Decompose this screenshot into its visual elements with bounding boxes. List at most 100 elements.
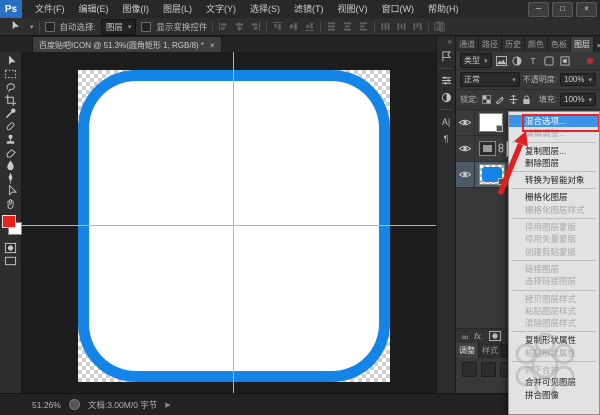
menu-window[interactable]: 窗口(W) (375, 0, 422, 18)
move-tool[interactable] (1, 55, 21, 67)
adjustment-preset-icon[interactable] (481, 362, 496, 377)
tab-paths[interactable]: 路径 (479, 37, 502, 52)
menu-view[interactable]: 视图(V) (331, 0, 375, 18)
menu-item-paste-layer-style[interactable]: 粘贴图层样式 (509, 305, 599, 317)
fill-dropdown[interactable]: 100% ▾ (560, 93, 596, 106)
screen-mode-button[interactable] (1, 255, 21, 267)
menu-select[interactable]: 选择(S) (243, 0, 287, 18)
lock-pixels-icon[interactable] (495, 94, 505, 106)
menu-layer[interactable]: 图层(L) (156, 0, 199, 18)
eyedropper-tool[interactable] (1, 107, 21, 119)
lock-transparency-icon[interactable] (481, 94, 491, 106)
path-selection-tool[interactable] (1, 185, 21, 197)
menu-help[interactable]: 帮助(H) (421, 0, 466, 18)
menu-item-select-linked-layers[interactable]: 选择链接图层 (509, 275, 599, 287)
auto-select-dropdown[interactable]: 图层 ▾ (101, 19, 137, 35)
panel-menu-icon[interactable]: ▾≡ (594, 40, 600, 52)
minimize-button[interactable]: ─ (528, 2, 549, 17)
distribute-top-icon[interactable] (326, 21, 337, 32)
distribute-vertical-centers-icon[interactable] (342, 21, 353, 32)
filter-adjustment-layers-icon[interactable] (511, 55, 524, 67)
zoom-level-field[interactable]: 51.26% (32, 400, 61, 410)
align-vertical-centers-icon[interactable] (234, 21, 245, 32)
character-panel-icon[interactable]: A| (437, 113, 455, 130)
menu-item-flatten-image[interactable]: 拼合图像 (509, 389, 599, 401)
lasso-tool[interactable] (1, 81, 21, 93)
menu-item-duplicate-layer[interactable]: 复制图层... (509, 145, 599, 157)
rectangular-marquee-tool[interactable] (1, 68, 21, 80)
align-right-edges-icon[interactable] (304, 21, 315, 32)
foreground-color-swatch[interactable] (2, 215, 16, 228)
filter-shape-layers-icon[interactable] (543, 55, 556, 67)
menu-item-merge-visible[interactable]: 合并可见图层 (509, 376, 599, 388)
align-horizontal-centers-icon[interactable] (288, 21, 299, 32)
distribute-left-icon[interactable] (380, 21, 391, 32)
layer-thumbnail[interactable] (479, 113, 503, 132)
menu-filter[interactable]: 滤镜(T) (287, 0, 331, 18)
show-transform-checkbox[interactable] (141, 22, 151, 32)
adjustment-preset-icon[interactable] (462, 362, 477, 377)
menu-item-copy-shape-attributes[interactable]: 复制形状属性 (509, 334, 599, 346)
distribute-horizontal-centers-icon[interactable] (396, 21, 407, 32)
blur-tool[interactable] (1, 159, 21, 171)
adjustments-panel-icon[interactable] (437, 89, 455, 106)
tab-channels[interactable]: 通道 (456, 37, 479, 52)
blend-mode-dropdown[interactable]: 正常 ▾ (460, 72, 520, 87)
layer-style-fx-icon[interactable]: fx. (474, 332, 482, 341)
menu-item-blend-options[interactable]: 混合选项... (509, 115, 599, 127)
menu-type[interactable]: 文字(Y) (199, 0, 243, 18)
lock-position-icon[interactable] (508, 94, 518, 106)
crop-tool[interactable] (1, 94, 21, 106)
pen-tool[interactable] (1, 172, 21, 184)
clone-stamp-tool[interactable] (1, 133, 21, 145)
tab-layers[interactable]: 图层 (571, 37, 594, 52)
align-top-edges-icon[interactable] (218, 21, 229, 32)
tab-adjustments[interactable]: 调整 (456, 343, 479, 358)
vertical-guide[interactable] (233, 52, 234, 393)
menu-item-clear-layer-style[interactable]: 清除图层样式 (509, 317, 599, 329)
layer-thumbnail[interactable] (479, 141, 496, 156)
quick-mask-button[interactable] (1, 242, 21, 254)
menu-edit[interactable]: 编辑(E) (72, 0, 116, 18)
filter-kind-dropdown[interactable]: 类型 ▾ (460, 53, 492, 68)
layer-thumbnail[interactable] (479, 164, 505, 185)
auto-align-layers-icon[interactable] (434, 21, 445, 32)
menu-item-convert-to-smart-object[interactable]: 转换为智能对象 (509, 174, 599, 186)
filter-toggle-icon[interactable] (583, 55, 596, 67)
tab-close-icon[interactable]: × (210, 41, 215, 50)
menu-item-paste-shape-attributes[interactable]: 粘贴形状属性 (509, 347, 599, 359)
filter-type-layers-icon[interactable]: T (527, 55, 540, 67)
layer-visibility-toggle[interactable] (456, 110, 475, 135)
document-canvas[interactable] (78, 70, 390, 382)
tab-history[interactable]: 历史 (502, 37, 525, 52)
layer-visibility-toggle[interactable] (456, 136, 475, 161)
hand-tool[interactable] (1, 198, 21, 210)
horizontal-guide[interactable] (22, 225, 436, 226)
auto-select-checkbox[interactable] (45, 22, 55, 32)
menu-file[interactable]: 文件(F) (28, 0, 72, 18)
menu-item-rasterize-layer[interactable]: 栅格化图层 (509, 191, 599, 203)
menu-item-disable-vector-mask[interactable]: 停用矢量蒙版 (509, 233, 599, 245)
menu-item-rasterize-layer-style[interactable]: 栅格化图层样式 (509, 204, 599, 216)
menu-item-link-layers[interactable]: 链接图层 (509, 263, 599, 275)
document-tab[interactable]: 百度贴吧ICON @ 51.3%(圆角矩形 1, RGB/8) * × (32, 36, 222, 53)
layer-visibility-toggle[interactable] (456, 162, 475, 187)
menu-image[interactable]: 图像(I) (116, 0, 157, 18)
distribute-bottom-icon[interactable] (358, 21, 369, 32)
menu-item-copy-layer-style[interactable]: 拷贝图层样式 (509, 293, 599, 305)
filter-pixel-layers-icon[interactable] (495, 55, 508, 67)
link-layers-icon[interactable]: ∞ (462, 332, 468, 342)
tab-styles[interactable]: 样式 (479, 343, 502, 358)
expand-panels-icon[interactable]: « (448, 36, 455, 48)
properties-panel-icon[interactable] (437, 48, 455, 65)
canvas-viewport[interactable] (22, 52, 436, 393)
filter-smart-objects-icon[interactable] (559, 55, 572, 67)
menu-item-merge-down[interactable]: 向下合并 (509, 364, 599, 376)
align-left-edges-icon[interactable] (272, 21, 283, 32)
menu-item-edit-adjustment[interactable]: 编辑调整... (509, 127, 599, 139)
tab-swatches[interactable]: 色板 (548, 37, 571, 52)
menu-item-create-clipping-mask[interactable]: 创建剪贴蒙版 (509, 246, 599, 258)
spot-healing-brush-tool[interactable] (1, 120, 21, 132)
tab-color[interactable]: 颜色 (525, 37, 548, 52)
menu-item-disable-layer-mask[interactable]: 停用图层蒙版 (509, 221, 599, 233)
